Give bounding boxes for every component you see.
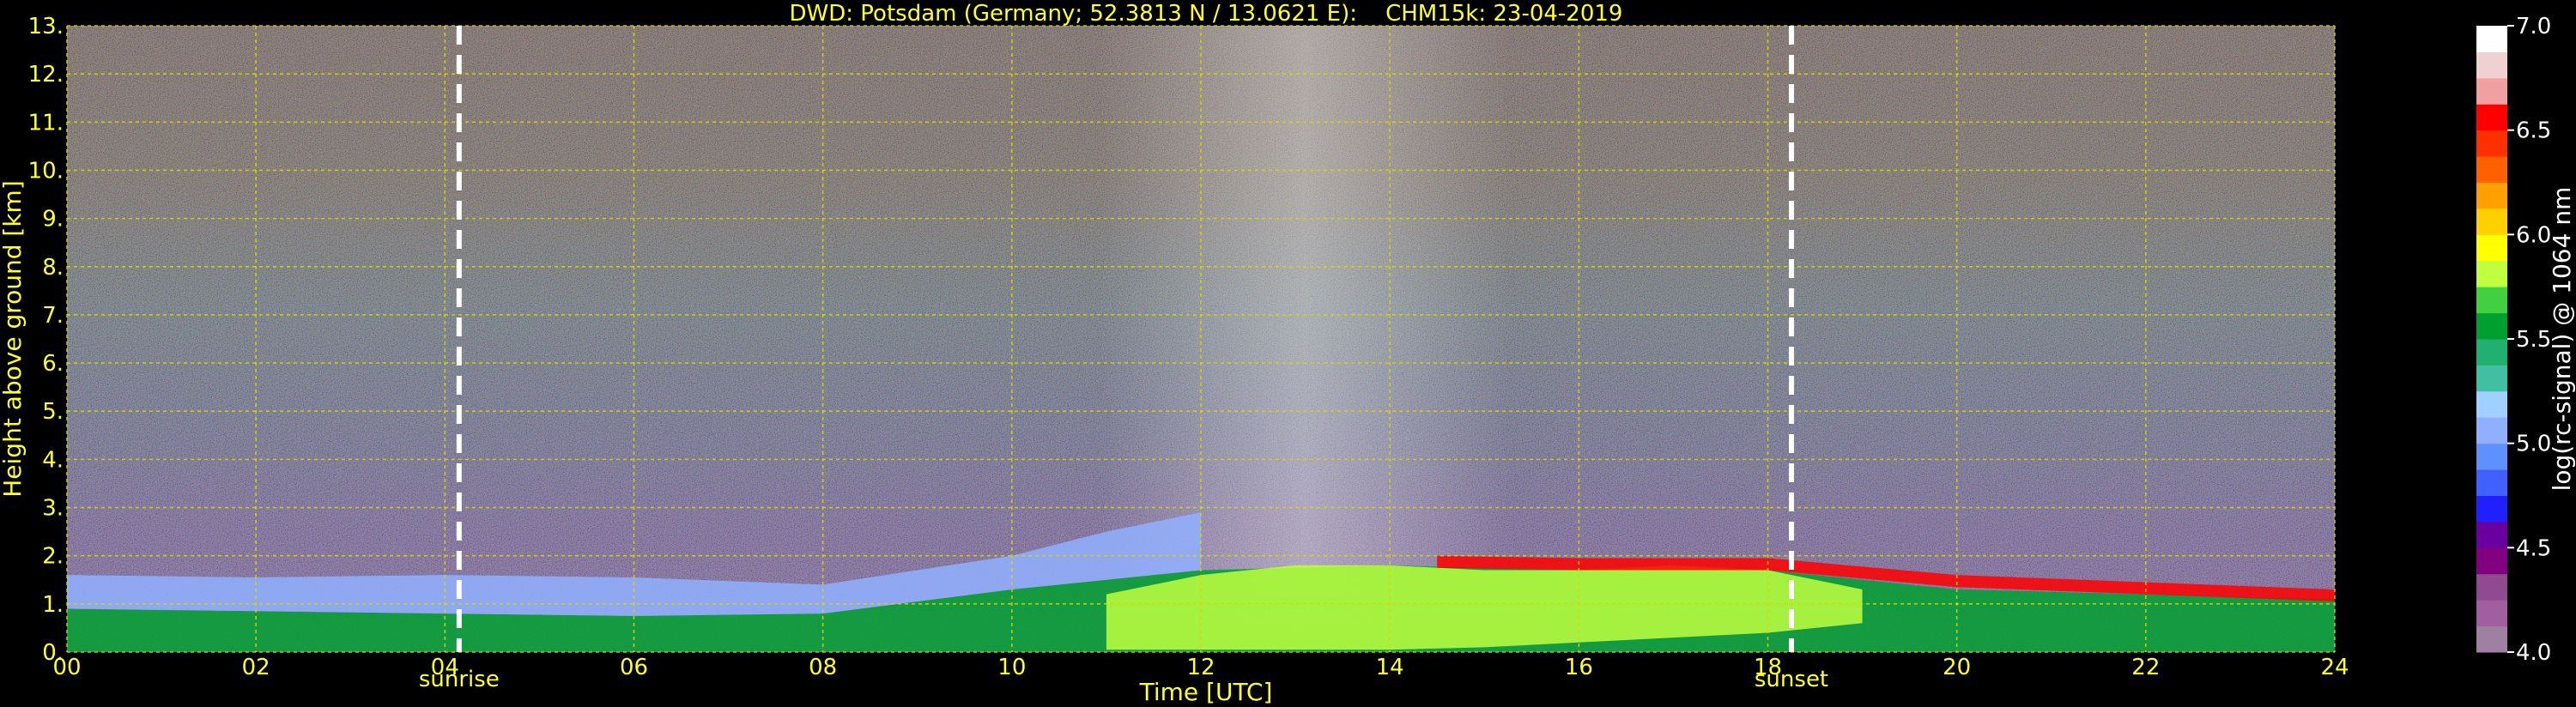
plot-area bbox=[67, 26, 2335, 652]
y-tick-label: 1. bbox=[42, 592, 64, 618]
x-tick-label: 08 bbox=[809, 655, 837, 680]
colorbar-label: log(rc-signal) @ 1064 nm bbox=[2548, 187, 2576, 492]
colorbar-segment bbox=[2476, 156, 2507, 183]
x-tick-label: 06 bbox=[620, 655, 648, 680]
y-tick-label: 5. bbox=[42, 399, 64, 425]
y-tick-label: 4. bbox=[42, 447, 64, 473]
y-axis-label: Height above ground [km] bbox=[0, 180, 27, 498]
colorbar-segment bbox=[2476, 312, 2507, 340]
colorbar-tick-label: 4.5 bbox=[2516, 535, 2551, 561]
colorbar-segment bbox=[2476, 547, 2507, 575]
colorbar-segment bbox=[2476, 625, 2507, 653]
y-tick-label: 7. bbox=[42, 303, 64, 329]
x-tick-labels: 00 02 04 06 08 10 12 14 16 18 20 22 24 bbox=[52, 655, 2349, 680]
colorbar-tick-label: 5.0 bbox=[2516, 432, 2551, 457]
colorbar-segment bbox=[2476, 182, 2507, 209]
y-tick-label: 11. bbox=[28, 110, 64, 136]
colorbar-segment bbox=[2476, 443, 2507, 470]
colorbar-segment bbox=[2476, 339, 2507, 366]
x-tick-label: 16 bbox=[1565, 655, 1593, 680]
y-tick-label: 10. bbox=[28, 158, 64, 184]
colorbar-segment bbox=[2476, 495, 2507, 523]
colorbar bbox=[2476, 26, 2507, 653]
y-tick-label: 12. bbox=[28, 62, 64, 88]
x-tick-label: 10 bbox=[997, 655, 1026, 680]
x-tick-label: 20 bbox=[1943, 655, 1971, 680]
x-tick-label: 18 bbox=[1754, 655, 1782, 680]
colorbar-segment bbox=[2476, 469, 2507, 496]
y-tick-label: 0. bbox=[42, 640, 64, 666]
y-tick-label: 2. bbox=[42, 544, 64, 570]
colorbar-ticks: 4.0 4.5 5.0 5.5 6.0 6.5 7.0 bbox=[2507, 14, 2551, 666]
colorbar-tick-label: 6.0 bbox=[2516, 222, 2551, 248]
colorbar-segment bbox=[2476, 130, 2507, 157]
x-tick-label: 22 bbox=[2131, 655, 2160, 680]
x-tick-label: 14 bbox=[1376, 655, 1404, 680]
x-tick-label: 12 bbox=[1186, 655, 1215, 680]
colorbar-segment bbox=[2476, 521, 2507, 548]
y-tick-label: 3. bbox=[42, 496, 64, 522]
colorbar-tick-label: 4.0 bbox=[2516, 640, 2551, 666]
colorbar-segment bbox=[2476, 287, 2507, 314]
colorbar-segment bbox=[2476, 26, 2507, 52]
chart-title: DWD: Potsdam (Germany; 52.3813 N / 13.06… bbox=[790, 1, 1623, 27]
colorbar-tick-label: 7.0 bbox=[2516, 14, 2551, 39]
y-tick-label: 6. bbox=[42, 351, 64, 377]
colorbar-segment bbox=[2476, 104, 2507, 131]
colorbar-segment bbox=[2476, 600, 2507, 627]
colorbar-segment bbox=[2476, 260, 2507, 287]
y-tick-label: 8. bbox=[42, 255, 64, 281]
colorbar-segment bbox=[2476, 208, 2507, 235]
colorbar-tick-label: 5.5 bbox=[2516, 327, 2551, 353]
colorbar-segment bbox=[2476, 365, 2507, 392]
colorbar-segment bbox=[2476, 77, 2507, 105]
y-tick-label: 13. bbox=[28, 14, 64, 39]
colorbar-segment bbox=[2476, 234, 2507, 262]
colorbar-segment bbox=[2476, 390, 2507, 418]
colorbar-segment bbox=[2476, 51, 2507, 79]
y-tick-label: 9. bbox=[42, 207, 64, 233]
y-tick-labels: 0. 1. 2. 3. 4. 5. 6. 7. 8. 9. 10. 11. 12. 13. bbox=[28, 14, 64, 666]
x-tick-label: 02 bbox=[242, 655, 270, 680]
x-tick-label: 04 bbox=[431, 655, 459, 680]
colorbar-tick-label: 6.5 bbox=[2516, 118, 2551, 144]
ceilometer-chart: sunrise sunset 00 02 04 06 08 10 12 14 16 18 20 22 24… bbox=[0, 1, 2576, 706]
colorbar-segment bbox=[2476, 573, 2507, 601]
colorbar-segment bbox=[2476, 417, 2507, 444]
x-tick-label: 24 bbox=[2320, 655, 2349, 680]
x-axis-label: Time [UTC] bbox=[1139, 678, 1273, 706]
